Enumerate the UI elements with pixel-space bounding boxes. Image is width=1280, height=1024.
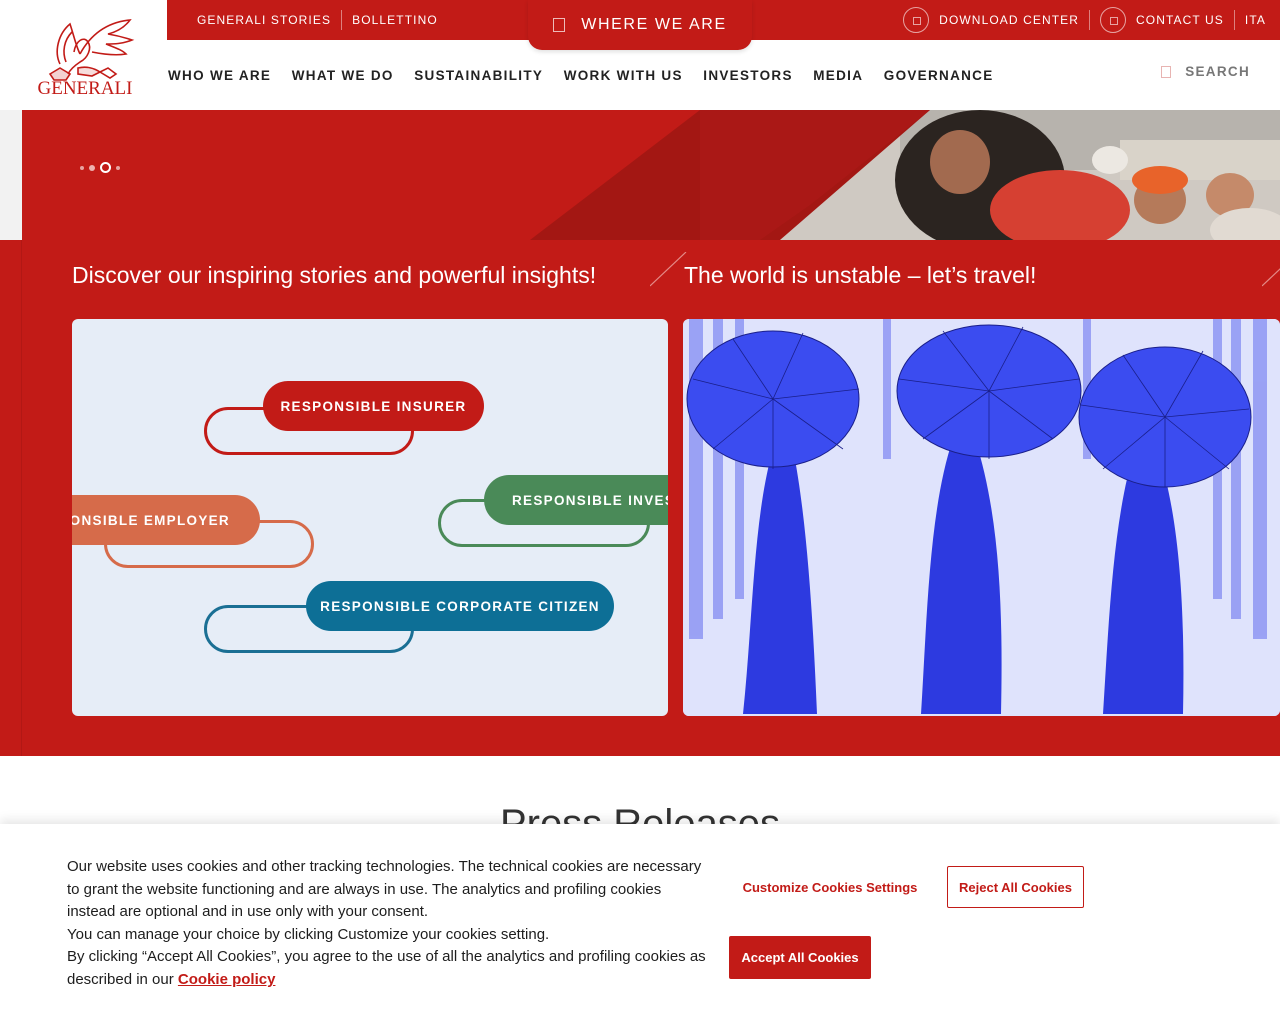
cookie-policy-link[interactable]: Cookie policy: [178, 971, 276, 988]
top-left-links: GENERALI STORIES BOLLETTINO: [197, 0, 448, 40]
site-header: GENERALI GENERALI STORIES BOLLETTINO DOW…: [0, 0, 1280, 110]
hero-image: [0, 110, 1280, 240]
where-we-are-label: WHERE WE ARE: [581, 16, 727, 33]
link-download-center[interactable]: DOWNLOAD CENTER: [939, 13, 1089, 27]
map-pin-icon: [553, 18, 566, 32]
nav-sustainability[interactable]: SUSTAINABILITY: [414, 68, 543, 83]
cookie-text: Our website uses cookies and other track…: [67, 856, 707, 992]
contact-icon: [1100, 7, 1127, 33]
search-label: SEARCH: [1185, 64, 1250, 79]
story-card-sustainability[interactable]: RESPONSIBLE INSURER SPONSIBLE EMPLOYER R…: [72, 319, 668, 716]
link-bollettino[interactable]: BOLLETTINO: [342, 13, 448, 27]
hero-carousel: [0, 110, 1280, 240]
main-navigation: WHO WE ARE WHAT WE DO SUSTAINABILITY WOR…: [168, 62, 1014, 88]
carousel-dots: [80, 162, 125, 173]
nav-investors[interactable]: INVESTORS: [703, 68, 792, 83]
carousel-dot-2[interactable]: [89, 164, 95, 171]
where-we-are-button[interactable]: WHERE WE ARE: [528, 0, 752, 50]
language-switch[interactable]: ITA: [1235, 13, 1266, 27]
customize-cookies-button[interactable]: Customize Cookies Settings: [730, 867, 930, 907]
left-strip: [0, 240, 22, 756]
cookie-banner: Our website uses cookies and other track…: [0, 824, 1280, 1024]
story-title-2[interactable]: The world is unstable – let’s travel!: [684, 262, 1036, 289]
search-button[interactable]: SEARCH: [1161, 64, 1250, 79]
pill-responsible-insurer: RESPONSIBLE INSURER: [263, 381, 484, 431]
carousel-dot-4[interactable]: [116, 165, 120, 170]
search-icon: [1161, 65, 1172, 78]
logo-wordmark: GENERALI: [38, 78, 133, 98]
accept-all-cookies-button[interactable]: Accept All Cookies: [729, 936, 871, 979]
story-title-1[interactable]: Discover our inspiring stories and power…: [72, 262, 596, 289]
nav-media[interactable]: MEDIA: [813, 68, 863, 83]
carousel-dot-1[interactable]: [80, 165, 84, 170]
cookie-text-manage: You can manage your choice by clicking C…: [67, 925, 550, 943]
carousel-dot-3[interactable]: [100, 162, 111, 173]
cookie-text-intro: Our website uses cookies and other track…: [67, 858, 702, 921]
download-icon: [903, 7, 930, 33]
pill-responsible-corporate-citizen: RESPONSIBLE CORPORATE CITIZEN: [306, 581, 614, 631]
link-contact-us[interactable]: CONTACT US: [1136, 13, 1234, 27]
page: GENERALI GENERALI STORIES BOLLETTINO DOW…: [0, 0, 1280, 1024]
reject-all-cookies-button[interactable]: Reject All Cookies: [947, 866, 1084, 908]
divider: [1089, 10, 1091, 30]
generali-lion-logo[interactable]: GENERALI: [30, 12, 140, 98]
story-card-travel[interactable]: [683, 319, 1280, 716]
stories-section: Discover our inspiring stories and power…: [0, 240, 1280, 756]
link-generali-stories[interactable]: GENERALI STORIES: [197, 13, 341, 27]
nav-what-we-do[interactable]: WHAT WE DO: [292, 68, 394, 83]
monks-umbrellas-image: [683, 319, 1280, 716]
pill-responsible-employer: SPONSIBLE EMPLOYER: [72, 495, 260, 545]
slash-divider-icon: [1262, 268, 1280, 287]
nav-who-we-are[interactable]: WHO WE ARE: [168, 68, 271, 83]
nav-work-with-us[interactable]: WORK WITH US: [564, 68, 683, 83]
pill-responsible-investor: RESPONSIBLE INVEST: [484, 475, 668, 525]
nav-governance[interactable]: GOVERNANCE: [884, 68, 994, 83]
cookie-text-consent: By clicking “Accept All Cookies”, you ag…: [67, 948, 706, 988]
top-right-links: DOWNLOAD CENTER CONTACT US ITA: [903, 0, 1266, 40]
